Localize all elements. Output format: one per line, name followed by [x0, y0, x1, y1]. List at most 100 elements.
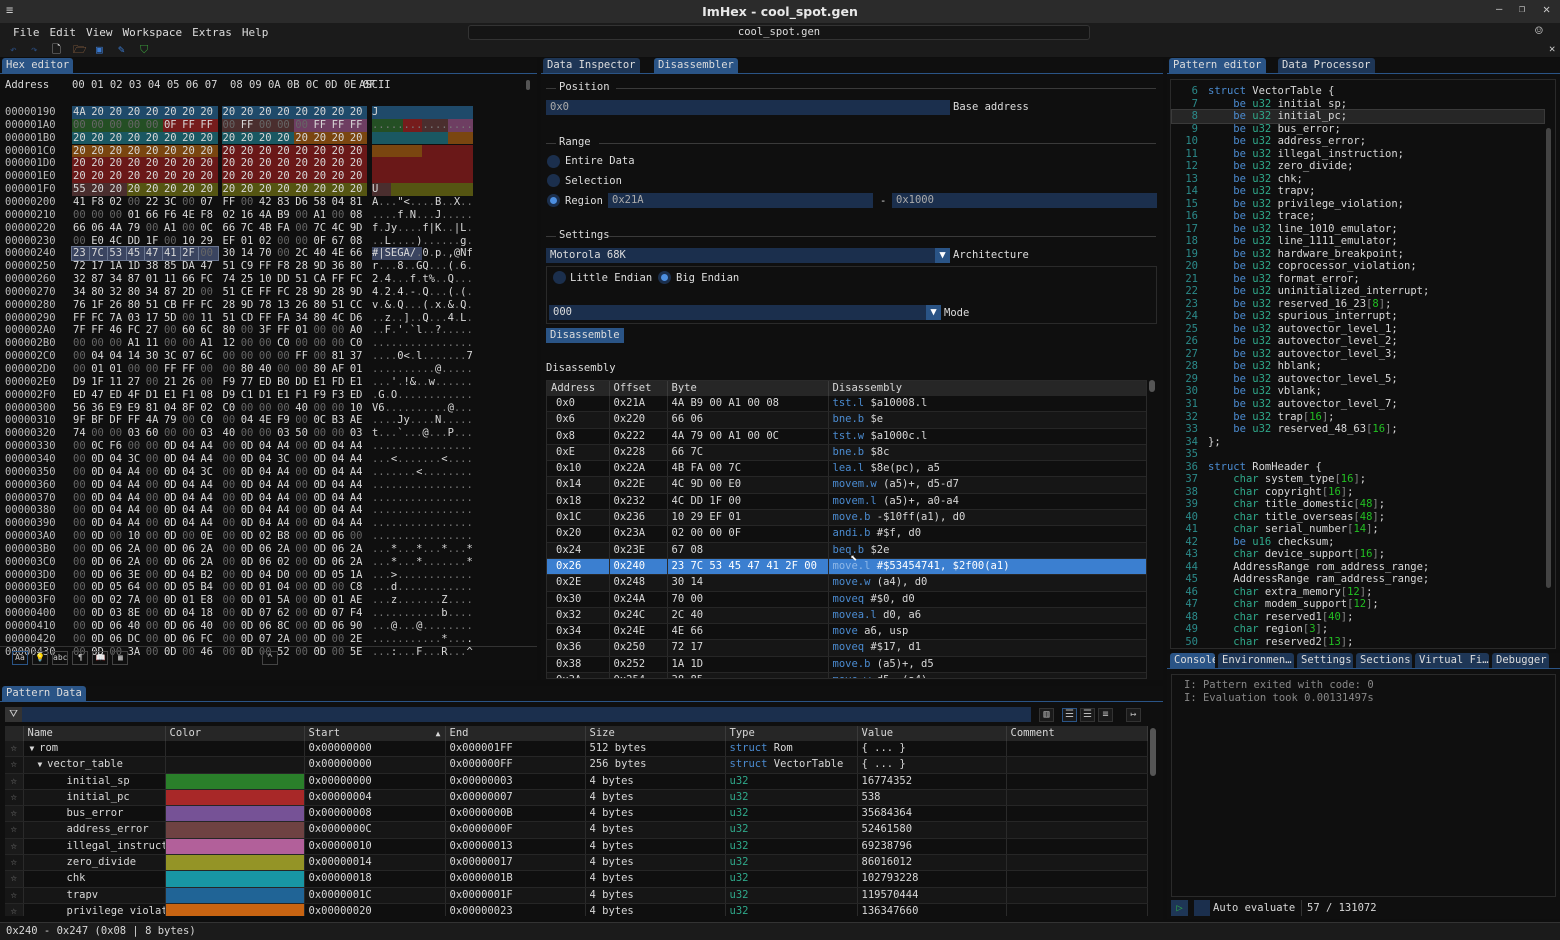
case-sensitive-icon[interactable]: Aa	[12, 651, 28, 665]
hex-byte[interactable]: 04	[331, 517, 349, 530]
code-line[interactable]: 37 char system_type[16];	[1172, 473, 1544, 486]
hex-byte[interactable]: 00	[108, 118, 127, 132]
disassembly-row[interactable]: 0x0 0x21A 4A B9 00 A1 00 08 tst.l $a10008.l	[547, 396, 1146, 413]
hex-byte[interactable]: 9F	[72, 414, 90, 427]
hex-byte[interactable]: BF	[90, 414, 108, 427]
hex-byte[interactable]: E1	[276, 389, 294, 402]
collapse-up-icon[interactable]: ⌃	[262, 651, 278, 665]
hex-byte[interactable]: 20	[221, 157, 240, 171]
tab-data-processor[interactable]: Data Processor	[1278, 58, 1375, 73]
hex-byte[interactable]: 56	[72, 402, 90, 415]
hex-byte[interactable]: 0D	[312, 543, 330, 556]
hex-byte[interactable]: A0	[349, 324, 367, 337]
hex-byte[interactable]: A4	[276, 440, 294, 453]
hex-byte[interactable]: 0C	[199, 222, 217, 235]
hex-byte[interactable]: 1A	[108, 260, 126, 273]
hex-byte[interactable]: 00	[181, 312, 199, 325]
expand-arrow-icon[interactable]: ▼	[38, 760, 48, 769]
tab-data-inspector[interactable]: Data Inspector	[543, 58, 640, 73]
col-start[interactable]: Start ▲	[304, 726, 446, 741]
hex-byte[interactable]: 80	[349, 260, 367, 273]
hex-byte[interactable]: 66	[72, 222, 90, 235]
hex-byte[interactable]: 2A	[127, 556, 145, 569]
hex-byte[interactable]: 20	[239, 157, 258, 171]
hex-byte[interactable]: 00	[72, 479, 90, 492]
hex-byte[interactable]: 00	[222, 350, 240, 363]
hex-byte[interactable]: 06	[108, 556, 126, 569]
hex-byte[interactable]: 20	[162, 144, 182, 158]
hex-byte[interactable]: 00	[222, 620, 240, 633]
hex-byte[interactable]: 7A	[108, 312, 126, 325]
hex-byte[interactable]: 04	[258, 517, 276, 530]
hex-byte[interactable]: 25	[240, 273, 258, 286]
hex-byte[interactable]: 8E	[127, 607, 145, 620]
hex-byte[interactable]: 0D	[312, 504, 330, 517]
ascii-char[interactable]: .	[466, 196, 472, 209]
hex-byte[interactable]: 0D	[240, 620, 258, 633]
hex-byte[interactable]: 00	[199, 376, 217, 389]
hex-byte[interactable]: 00	[331, 209, 349, 222]
hex-byte[interactable]: A4	[127, 492, 145, 505]
hex-byte[interactable]: 00	[72, 363, 90, 376]
pattern-data-scrollbar[interactable]	[1150, 728, 1156, 776]
hex-byte[interactable]: 20	[257, 144, 277, 158]
hex-byte[interactable]: 20	[276, 131, 295, 145]
hex-byte[interactable]: 04	[108, 504, 126, 517]
hex-byte[interactable]: 00	[276, 402, 294, 415]
hex-byte[interactable]: 1F	[90, 376, 108, 389]
pattern-row[interactable]: ☆ illegal_instruction 0x000000100x00000013…	[5, 838, 1148, 856]
hex-byte[interactable]: 12	[222, 337, 240, 350]
hex-byte[interactable]: 00	[181, 222, 199, 235]
ascii-char[interactable]: *	[466, 556, 472, 569]
hex-byte[interactable]: 00	[240, 337, 258, 350]
hex-byte[interactable]: 00	[331, 324, 349, 337]
hex-byte[interactable]: 90	[349, 620, 367, 633]
code-line[interactable]: 34};	[1172, 436, 1544, 449]
hex-byte[interactable]: 0D	[90, 504, 108, 517]
hex-byte[interactable]: 20	[312, 131, 331, 145]
hex-byte[interactable]: 9D	[240, 299, 258, 312]
hex-byte[interactable]: C1	[240, 389, 258, 402]
disassembly-row[interactable]: 0x6 0x220 66 06 bne.b $e	[547, 411, 1146, 429]
code-line[interactable]: 41 char serial_number[14];	[1172, 523, 1544, 536]
hex-byte[interactable]: 20	[72, 131, 91, 145]
code-line[interactable]: 21 be u32 format_error;	[1172, 273, 1544, 286]
hex-byte[interactable]: 20	[330, 106, 349, 119]
hex-byte[interactable]: 0D	[163, 607, 181, 620]
hex-byte[interactable]: FF	[181, 299, 199, 312]
hex-byte[interactable]: 04	[258, 492, 276, 505]
hex-byte[interactable]: 02	[108, 594, 126, 607]
hex-byte[interactable]: 18	[199, 607, 217, 620]
tab-settings[interactable]: Settings	[1297, 653, 1353, 668]
hex-byte[interactable]: 74	[222, 273, 240, 286]
hex-byte[interactable]: 20	[348, 170, 367, 184]
hex-byte[interactable]: 00	[163, 337, 181, 350]
hex-byte[interactable]: 0D	[163, 620, 181, 633]
hex-byte[interactable]: 0F	[162, 118, 182, 132]
hex-byte[interactable]: 08	[199, 389, 217, 402]
hex-byte[interactable]: 00	[294, 466, 312, 479]
hex-byte[interactable]: 10	[349, 402, 367, 415]
hex-byte[interactable]: 58	[312, 196, 330, 209]
hex-byte[interactable]: 46	[108, 324, 126, 337]
hex-byte[interactable]: E1	[349, 376, 367, 389]
tab-debugger[interactable]: Debugger	[1492, 653, 1549, 668]
hex-byte[interactable]: 34	[294, 312, 312, 325]
hex-byte[interactable]: FF	[72, 312, 90, 325]
hex-byte[interactable]: A4	[276, 479, 294, 492]
hex-byte[interactable]: FF	[239, 118, 258, 132]
hex-byte[interactable]: 00	[222, 466, 240, 479]
hex-byte[interactable]: 50	[294, 427, 312, 440]
code-line[interactable]: 7 be u32 initial_sp;	[1172, 98, 1544, 111]
hex-byte[interactable]: 0D	[240, 479, 258, 492]
hex-byte[interactable]: 0D	[240, 569, 258, 582]
hex-byte[interactable]: F9	[312, 389, 330, 402]
hex-byte[interactable]: 17	[90, 260, 108, 273]
hex-byte[interactable]: 0D	[90, 492, 108, 505]
hex-byte[interactable]: 20	[294, 106, 313, 119]
smiley-icon[interactable]: ☺	[1535, 24, 1543, 39]
hex-byte[interactable]: 20	[199, 170, 218, 184]
hex-byte[interactable]: 00	[240, 402, 258, 415]
hex-byte[interactable]: 04	[258, 504, 276, 517]
hex-byte[interactable]: 0F	[312, 235, 330, 248]
